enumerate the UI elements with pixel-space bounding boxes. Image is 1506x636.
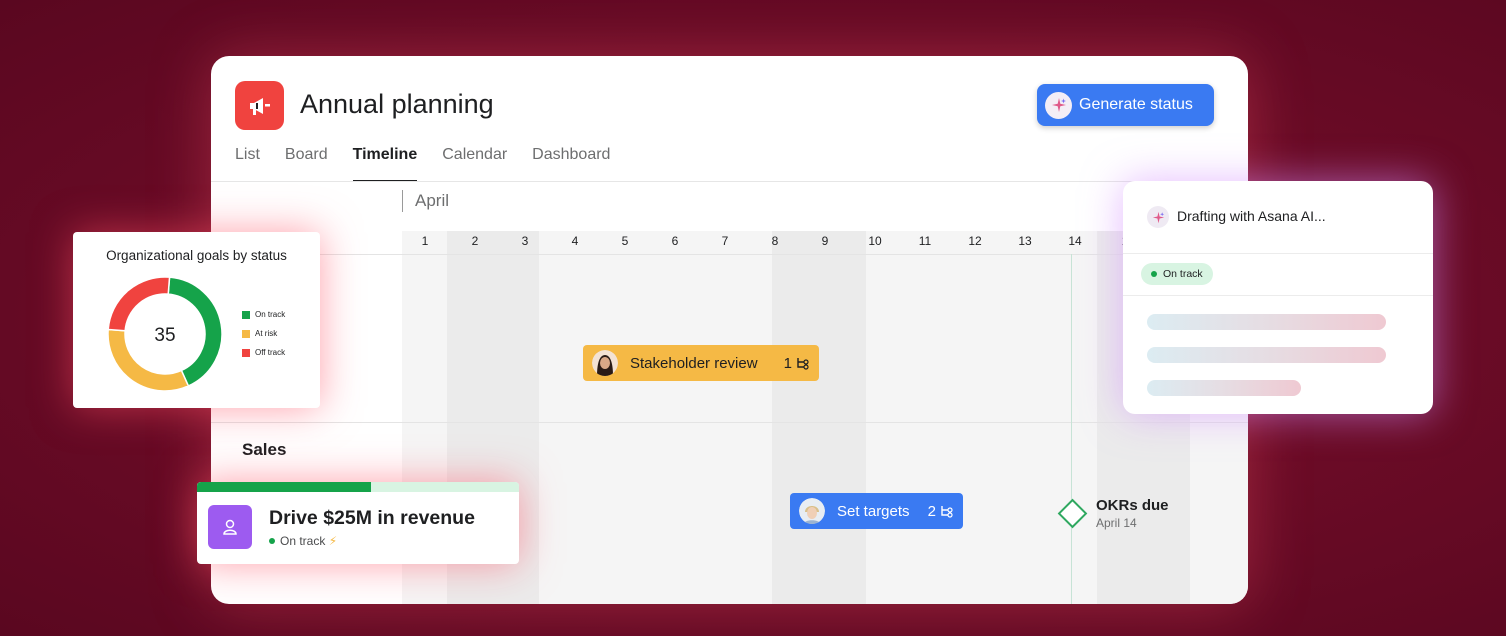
megaphone-icon — [249, 97, 270, 115]
day-label: 13 — [1018, 234, 1032, 248]
donut-slice-on-track — [167, 276, 223, 387]
day-label: 9 — [821, 234, 829, 248]
divider — [1123, 253, 1433, 254]
donut-chart: 35 — [107, 276, 223, 392]
day-header: 1 2 3 4 5 6 7 8 9 10 11 12 13 14 1 — [402, 234, 1248, 254]
goals-chart-card: Organizational goals by status 35 On tra… — [73, 232, 320, 408]
donut-center-value: 35 — [154, 325, 175, 346]
avatar — [799, 498, 825, 524]
tabs-divider — [211, 181, 1248, 182]
avatar — [592, 350, 618, 376]
generate-status-button[interactable]: Generate status — [1037, 84, 1214, 126]
header-divider — [211, 254, 1248, 255]
target-icon — [208, 505, 252, 549]
day-label: 2 — [471, 234, 479, 248]
legend-swatch — [242, 329, 250, 338]
task-stakeholder-review[interactable]: Stakeholder review 1 — [583, 345, 819, 381]
task-label: Set targets — [837, 502, 910, 520]
weekend-shade — [772, 231, 866, 604]
subtask-icon — [797, 357, 809, 370]
lightning-icon: ⚡ — [328, 534, 338, 548]
sparkle-icon — [1147, 206, 1169, 228]
legend-swatch — [242, 310, 250, 319]
page-title: Annual planning — [300, 89, 494, 119]
month-separator — [402, 190, 403, 212]
goal-status-label: On track — [280, 534, 326, 548]
milestone-title[interactable]: OKRs due — [1096, 497, 1169, 514]
loading-placeholder-bar — [1147, 314, 1386, 330]
legend-label: At risk — [255, 329, 278, 338]
day-label: 7 — [721, 234, 729, 248]
donut-slice-at-risk — [107, 328, 190, 392]
day-label: 10 — [868, 234, 882, 248]
generate-status-label: Generate status — [1079, 96, 1193, 113]
day-label: 12 — [968, 234, 982, 248]
tab-board[interactable]: Board — [285, 144, 328, 180]
status-badge[interactable]: On track — [1141, 263, 1213, 285]
subtask-count[interactable]: 1 — [784, 355, 809, 372]
day-label: 14 — [1068, 234, 1082, 248]
day-label: 8 — [771, 234, 779, 248]
legend-label: On track — [255, 310, 286, 319]
tab-calendar[interactable]: Calendar — [442, 144, 507, 180]
status-label: On track — [1163, 268, 1203, 280]
timeline-grid[interactable] — [402, 231, 1248, 604]
legend-swatch — [242, 348, 250, 357]
tab-dashboard[interactable]: Dashboard — [532, 144, 610, 180]
legend-item: At risk — [242, 329, 277, 338]
status-dot-icon — [1151, 271, 1157, 277]
day-label: 5 — [621, 234, 629, 248]
task-set-targets[interactable]: Set targets 2 — [790, 493, 963, 529]
section-title: Sales — [242, 440, 287, 459]
goal-title: Drive $25M in revenue — [269, 507, 475, 529]
day-label: 1 — [421, 234, 429, 248]
tab-list[interactable]: List — [235, 144, 260, 180]
day-label: 11 — [918, 234, 932, 248]
legend-label: Off track — [255, 348, 286, 357]
chart-title: Organizational goals by status — [106, 248, 287, 263]
day-label: 3 — [521, 234, 529, 248]
goal-card[interactable]: Drive $25M in revenue On track ⚡ — [197, 482, 519, 564]
milestone-date: April 14 — [1096, 516, 1137, 530]
today-line — [1071, 254, 1072, 604]
ai-panel-title: Drafting with Asana AI... — [1177, 208, 1326, 224]
sparkle-icon — [1045, 91, 1072, 119]
goal-status: On track ⚡ — [269, 534, 337, 548]
day-label: 4 — [571, 234, 579, 248]
legend-item: Off track — [242, 348, 285, 357]
loading-placeholder-bar — [1147, 347, 1386, 363]
donut-slice-off-track — [107, 276, 171, 332]
task-label: Stakeholder review — [630, 354, 758, 372]
subtask-icon — [941, 505, 953, 518]
subtask-count-value: 1 — [783, 354, 792, 372]
view-tabs: List Board Timeline Calendar Dashboard — [235, 144, 635, 182]
day-label: 6 — [671, 234, 679, 248]
status-dot-icon — [269, 538, 275, 544]
ai-drafting-panel: Drafting with Asana AI... On track — [1123, 181, 1433, 414]
month-label: April — [415, 191, 450, 210]
divider — [1123, 295, 1433, 296]
project-icon[interactable] — [235, 81, 284, 130]
section-divider — [211, 422, 1248, 423]
loading-placeholder-bar — [1147, 380, 1301, 396]
subtask-count[interactable]: 2 — [928, 503, 953, 520]
subtask-count-value: 2 — [927, 502, 936, 520]
legend-item: On track — [242, 310, 285, 319]
goal-progress-fill — [197, 482, 371, 492]
tab-timeline[interactable]: Timeline — [352, 144, 418, 182]
